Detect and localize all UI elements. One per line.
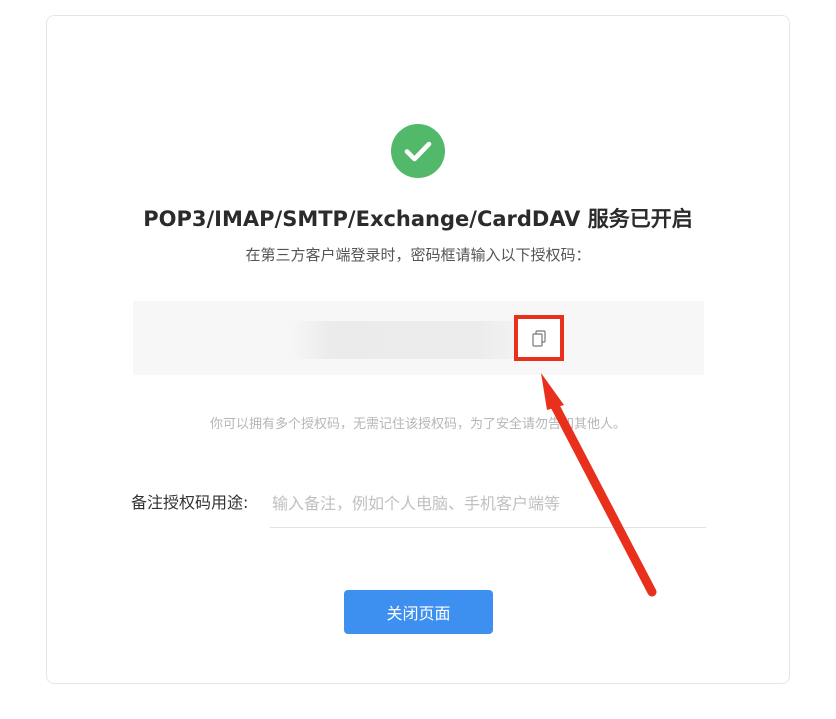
copy-button[interactable] <box>514 315 564 361</box>
copy-icon <box>532 330 546 347</box>
check-circle-icon <box>391 124 445 178</box>
page-subtitle: 在第三方客户端登录时，密码框请输入以下授权码： <box>245 246 591 264</box>
close-page-button[interactable]: 关闭页面 <box>344 590 493 634</box>
auth-code-value <box>290 321 515 359</box>
note-input[interactable] <box>270 480 706 528</box>
security-hint: 你可以拥有多个授权码，无需记住该授权码，为了安全请勿告知其他人。 <box>209 417 626 432</box>
note-label: 备注授权码用途: <box>131 493 249 512</box>
page-title: POP3/IMAP/SMTP/Exchange/CardDAV 服务已开启 <box>143 207 693 231</box>
